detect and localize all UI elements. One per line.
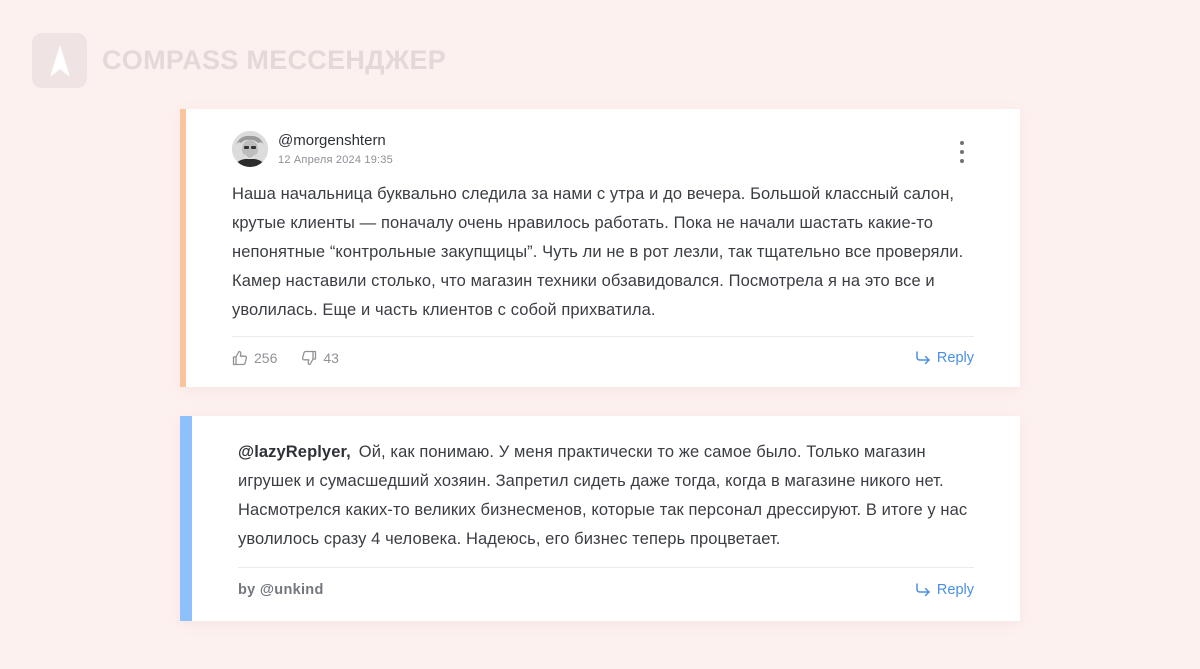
username[interactable]: @morgenshtern (278, 132, 393, 150)
reply-button[interactable]: Reply (915, 350, 974, 366)
reply-label: Reply (936, 582, 974, 598)
reply-footer: by @unkind Reply (238, 579, 974, 601)
thumbs-up-icon (232, 350, 248, 366)
comment-footer: 256 43 Reply (232, 347, 974, 369)
divider (232, 336, 974, 337)
avatar[interactable] (232, 131, 268, 167)
reply-mention[interactable]: @lazyReplyer, (238, 443, 351, 461)
reply-arrow-icon (916, 351, 930, 365)
comment-author: @morgenshtern 12 Апреля 2024 19:35 (232, 131, 393, 167)
like-button[interactable]: 256 (232, 350, 277, 366)
dislike-button[interactable]: 43 (301, 350, 339, 366)
reply-arrow-icon (916, 583, 930, 597)
thumbs-down-icon (302, 350, 317, 366)
timestamp: 12 Апреля 2024 19:35 (278, 154, 393, 166)
comment-card: @morgenshtern 12 Апреля 2024 19:35 Наша … (180, 109, 1020, 387)
reply-card: @lazyReplyer, Ой, как понимаю. У меня пра… (180, 416, 1020, 621)
dislike-count: 43 (323, 350, 339, 366)
reply-label: Reply (936, 350, 974, 366)
brand: COMPASS МЕССЕНДЖЕР (32, 33, 446, 88)
compass-arrow-icon (32, 33, 87, 88)
brand-name: COMPASS МЕССЕНДЖЕР (102, 45, 447, 75)
comment-text: Наша начальница буквально следила за нам… (232, 185, 964, 319)
reply-text: @lazyReplyer, Ой, как понимаю. У меня пра… (238, 438, 988, 554)
divider (238, 567, 974, 568)
reply-button[interactable]: Reply (915, 582, 974, 598)
more-options-icon[interactable] (954, 141, 970, 163)
reply-author: by @unkind (238, 582, 324, 598)
like-count: 256 (254, 350, 278, 366)
